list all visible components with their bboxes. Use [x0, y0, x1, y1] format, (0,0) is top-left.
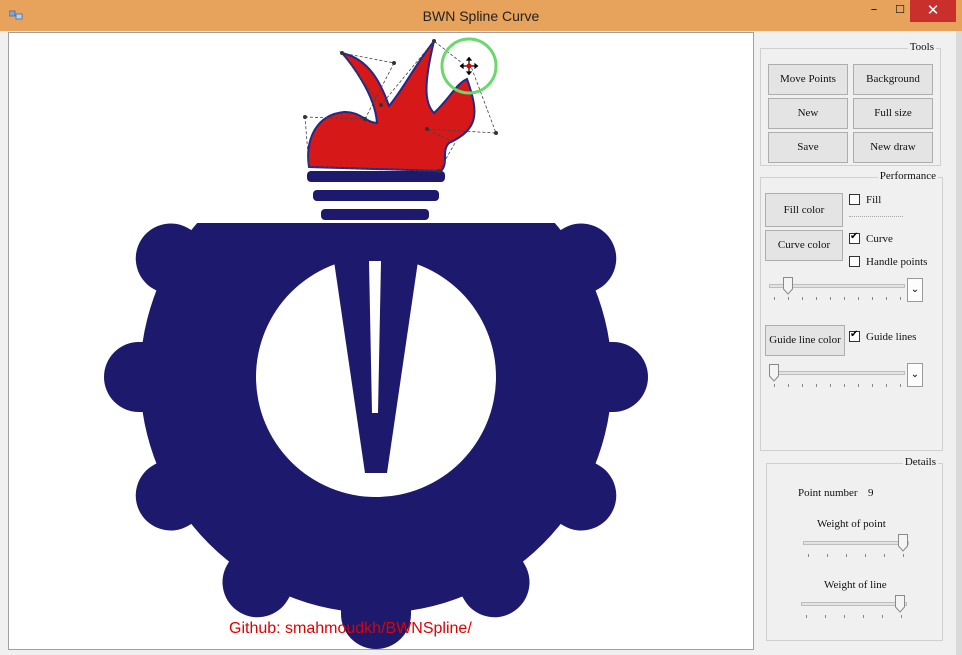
- guide-width-slider-thumb[interactable]: [769, 364, 779, 382]
- point-number-value: 9: [868, 487, 874, 499]
- guide-lines-checkbox[interactable]: Guide lines: [849, 329, 917, 343]
- app-window: BWN Spline Curve – ☐ ✕ Github: smahmoudk…: [0, 0, 962, 655]
- curve-checkbox-box[interactable]: [849, 231, 860, 244]
- new-draw-button[interactable]: New draw: [853, 132, 933, 163]
- weight-of-line-slider-track[interactable]: [801, 602, 907, 606]
- window-right-edge: [956, 31, 962, 655]
- logo-drawing: [9, 33, 753, 649]
- tools-group-title: Tools: [907, 41, 936, 53]
- move-points-button[interactable]: Move Points: [768, 64, 848, 95]
- full-size-button[interactable]: Full size: [853, 98, 933, 129]
- guide-style-dropdown[interactable]: ⌄: [907, 363, 923, 387]
- separator: [849, 216, 903, 217]
- drawing-canvas[interactable]: Github: smahmoudkh/BWNSpline/: [8, 32, 754, 650]
- fill-checkbox[interactable]: Fill: [849, 194, 881, 206]
- performance-group-title: Performance: [877, 170, 938, 182]
- curve-checkbox[interactable]: Curve: [849, 231, 893, 245]
- weight-of-point-slider-ticks: [808, 554, 908, 558]
- point-number-label: Point number: [798, 487, 858, 499]
- fill-checkbox-label: Fill: [866, 194, 882, 206]
- github-link-text: Github: smahmoudkh/BWNSpline/: [229, 620, 472, 637]
- guide-width-slider-track[interactable]: [769, 371, 905, 375]
- handle-points-checkbox[interactable]: Handle points: [849, 256, 927, 268]
- guide-width-slider-ticks: [774, 384, 904, 388]
- new-button[interactable]: New: [768, 98, 848, 129]
- fill-checkbox-box[interactable]: [849, 194, 860, 205]
- details-group-title: Details: [902, 456, 938, 468]
- curve-width-slider-ticks: [774, 297, 904, 301]
- title-bar[interactable]: BWN Spline Curve – ☐ ✕: [0, 0, 962, 31]
- guide-lines-checkbox-label: Guide lines: [866, 331, 917, 343]
- curve-color-button[interactable]: Curve color: [765, 230, 843, 261]
- curve-width-slider-thumb[interactable]: [783, 277, 793, 295]
- fill-color-button[interactable]: Fill color: [765, 193, 843, 227]
- handle-points-checkbox-box[interactable]: [849, 256, 860, 267]
- weight-of-point-slider-thumb[interactable]: [898, 534, 908, 552]
- save-button[interactable]: Save: [768, 132, 848, 163]
- guide-lines-checkbox-box[interactable]: [849, 329, 860, 342]
- window-title: BWN Spline Curve: [422, 8, 540, 24]
- background-button[interactable]: Background: [853, 64, 933, 95]
- guide-line-color-button[interactable]: Guide line color: [765, 325, 845, 356]
- weight-of-line-slider-ticks: [806, 615, 906, 619]
- handle-points-checkbox-label: Handle points: [866, 256, 928, 268]
- minimize-button[interactable]: –: [860, 0, 888, 22]
- weight-of-line-label: Weight of line: [824, 579, 887, 591]
- curve-style-dropdown[interactable]: ⌄: [907, 278, 923, 302]
- weight-of-point-slider-track[interactable]: [803, 541, 909, 545]
- weight-of-point-label: Weight of point: [817, 518, 886, 530]
- curve-checkbox-label: Curve: [866, 233, 893, 245]
- close-button[interactable]: ✕: [910, 0, 956, 22]
- weight-of-line-slider-thumb[interactable]: [895, 595, 905, 613]
